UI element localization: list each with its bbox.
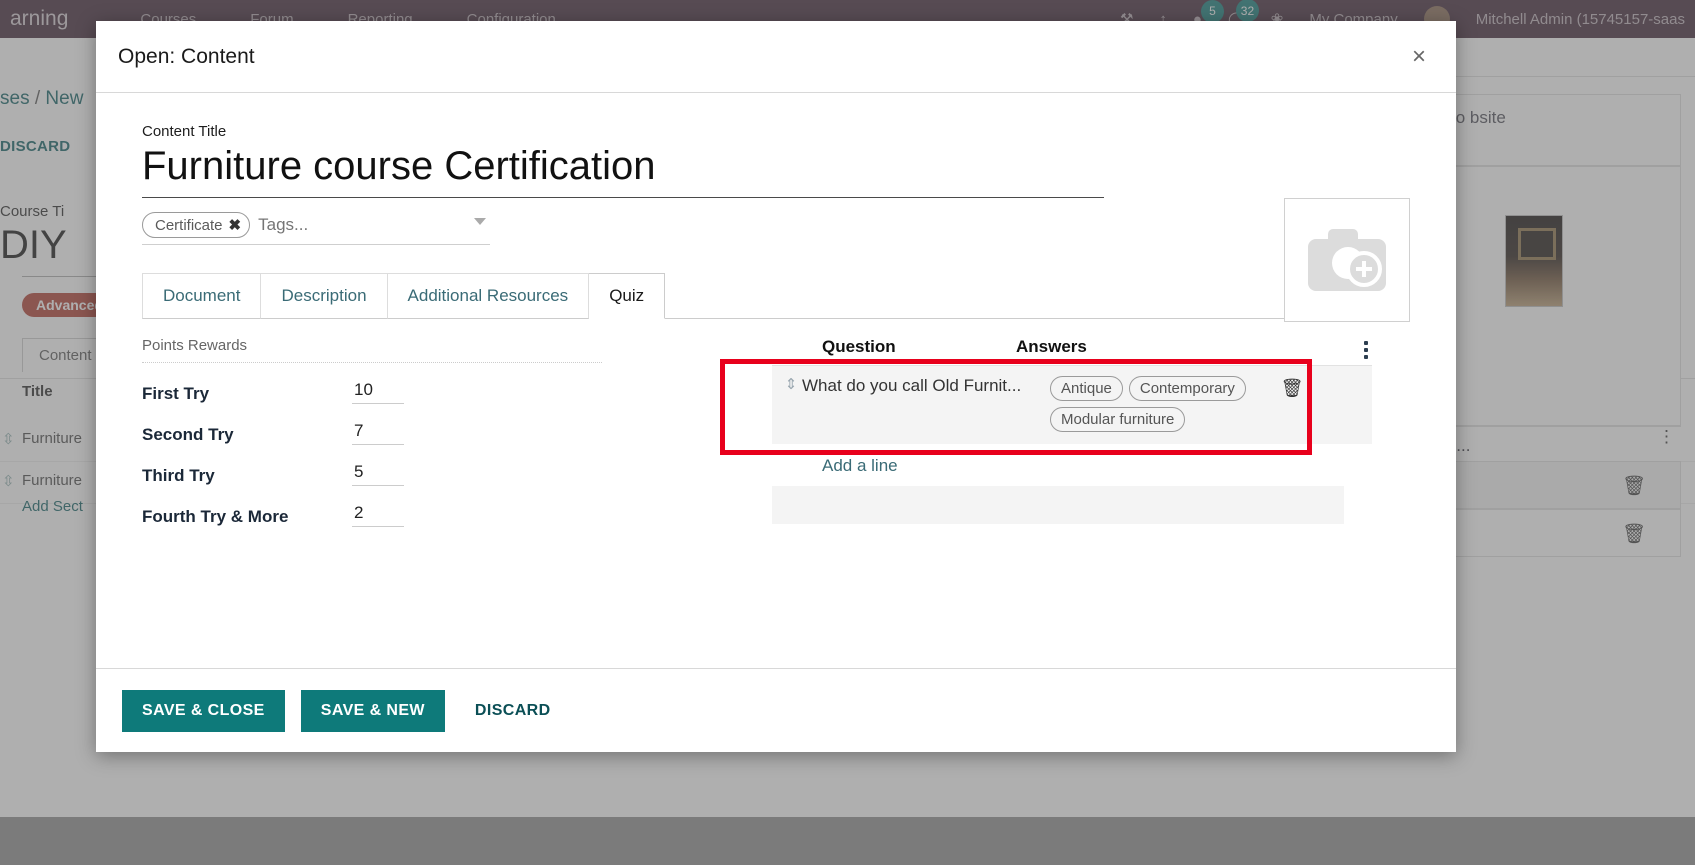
save-and-close-button[interactable]: SAVE & CLOSE bbox=[122, 689, 285, 732]
dialog-body: Content Title Certificate ✖ Document D bbox=[96, 93, 1456, 668]
questions-table-filler bbox=[772, 486, 1344, 524]
question-cell[interactable]: What do you call Old Furnit... bbox=[802, 376, 1050, 396]
reward-label: First Try bbox=[142, 384, 210, 403]
answers-cell: Antique Contemporary Modular furniture bbox=[1050, 376, 1266, 432]
reward-row-second-try: Second Try bbox=[142, 420, 642, 445]
tags-field[interactable]: Certificate ✖ bbox=[142, 212, 490, 245]
reward-value-input[interactable] bbox=[352, 420, 404, 445]
open-content-dialog: Open: Content × Content Title Certificat… bbox=[96, 21, 1456, 752]
points-rewards-heading: Points Rewards bbox=[142, 337, 602, 363]
tab-additional-resources[interactable]: Additional Resources bbox=[387, 273, 590, 319]
content-title-label: Content Title bbox=[142, 123, 227, 140]
tag-remove-icon[interactable]: ✖ bbox=[229, 216, 242, 234]
column-header-answers: Answers bbox=[1016, 337, 1087, 356]
reward-value-input[interactable] bbox=[352, 379, 404, 404]
answer-chip[interactable]: Modular furniture bbox=[1050, 407, 1186, 432]
reward-value-input[interactable] bbox=[352, 502, 404, 527]
chevron-down-icon[interactable] bbox=[474, 218, 486, 225]
reward-label: Third Try bbox=[142, 466, 215, 485]
points-rewards-section: Points Rewards First Try Second Try Thir… bbox=[142, 337, 642, 527]
reward-row-third-try: Third Try bbox=[142, 461, 642, 486]
questions-section: Question Answers ⇕ What do you call Old … bbox=[720, 337, 1372, 527]
save-and-new-button[interactable]: SAVE & NEW bbox=[300, 689, 445, 732]
questions-table-header: Question Answers bbox=[772, 337, 1372, 365]
tag-chip-label: Certificate bbox=[155, 216, 223, 234]
vertical-dots-icon[interactable] bbox=[1364, 341, 1368, 359]
dialog-header: Open: Content × bbox=[96, 21, 1456, 93]
table-row[interactable]: ⇕ What do you call Old Furnit... Antique… bbox=[772, 365, 1372, 444]
drag-handle-icon[interactable]: ⇕ bbox=[772, 376, 802, 394]
tab-document[interactable]: Document bbox=[142, 273, 262, 319]
tags-input[interactable] bbox=[256, 214, 490, 236]
image-upload-placeholder[interactable] bbox=[1284, 198, 1410, 322]
tag-chip[interactable]: Certificate ✖ bbox=[142, 212, 251, 238]
reward-value-input[interactable] bbox=[352, 461, 404, 486]
questions-table: ⇕ What do you call Old Furnit... Antique… bbox=[720, 359, 1372, 455]
trash-icon[interactable]: 🗑 bbox=[1266, 376, 1318, 399]
answer-chip[interactable]: Antique bbox=[1050, 376, 1123, 401]
reward-label: Second Try bbox=[142, 425, 234, 444]
column-header-question: Question bbox=[822, 337, 896, 356]
dialog-title: Open: Content bbox=[118, 44, 255, 68]
reward-label: Fourth Try & More bbox=[142, 507, 289, 526]
reward-row-first-try: First Try bbox=[142, 379, 642, 404]
dialog-footer: SAVE & CLOSE SAVE & NEW DISCARD bbox=[96, 668, 1456, 752]
camera-add-icon bbox=[1308, 229, 1386, 291]
content-title-input[interactable] bbox=[142, 144, 1104, 198]
tab-quiz[interactable]: Quiz bbox=[589, 273, 666, 319]
dialog-tabs: Document Description Additional Resource… bbox=[142, 273, 1410, 319]
add-a-line-button[interactable]: Add a line bbox=[772, 456, 1372, 476]
content-title-block: Content Title Certificate ✖ bbox=[142, 123, 1410, 245]
answer-chip[interactable]: Contemporary bbox=[1128, 376, 1246, 401]
discard-button[interactable]: DISCARD bbox=[461, 690, 565, 732]
reward-row-fourth-try: Fourth Try & More bbox=[142, 502, 642, 527]
tab-description[interactable]: Description bbox=[261, 273, 388, 319]
quiz-tab-pane: Points Rewards First Try Second Try Thir… bbox=[142, 319, 1410, 527]
close-icon[interactable]: × bbox=[1404, 41, 1434, 73]
